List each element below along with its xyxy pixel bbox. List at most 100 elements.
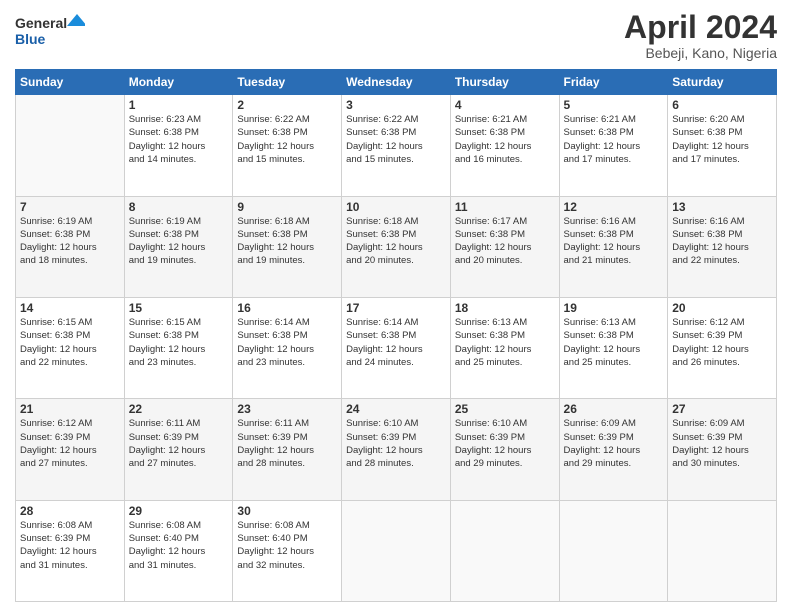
day-number: 2: [237, 98, 337, 112]
day-info: Sunrise: 6:12 AMSunset: 6:39 PMDaylight:…: [20, 417, 120, 470]
calendar-cell: 18Sunrise: 6:13 AMSunset: 6:38 PMDayligh…: [450, 297, 559, 398]
weekday-header-row: Sunday Monday Tuesday Wednesday Thursday…: [16, 70, 777, 95]
day-info: Sunrise: 6:09 AMSunset: 6:39 PMDaylight:…: [564, 417, 664, 470]
day-number: 26: [564, 402, 664, 416]
page: General Blue April 2024 Bebeji, Kano, Ni…: [0, 0, 792, 612]
header-thursday: Thursday: [450, 70, 559, 95]
day-info: Sunrise: 6:09 AMSunset: 6:39 PMDaylight:…: [672, 417, 772, 470]
month-title: April 2024: [624, 10, 777, 45]
calendar-cell: 19Sunrise: 6:13 AMSunset: 6:38 PMDayligh…: [559, 297, 668, 398]
calendar-cell: 24Sunrise: 6:10 AMSunset: 6:39 PMDayligh…: [342, 399, 451, 500]
header-wednesday: Wednesday: [342, 70, 451, 95]
calendar-cell: [668, 500, 777, 601]
week-row-2: 7Sunrise: 6:19 AMSunset: 6:38 PMDaylight…: [16, 196, 777, 297]
calendar-cell: 14Sunrise: 6:15 AMSunset: 6:38 PMDayligh…: [16, 297, 125, 398]
day-number: 15: [129, 301, 229, 315]
calendar-cell: 1Sunrise: 6:23 AMSunset: 6:38 PMDaylight…: [124, 95, 233, 196]
day-info: Sunrise: 6:22 AMSunset: 6:38 PMDaylight:…: [346, 113, 446, 166]
calendar-cell: 10Sunrise: 6:18 AMSunset: 6:38 PMDayligh…: [342, 196, 451, 297]
day-info: Sunrise: 6:08 AMSunset: 6:39 PMDaylight:…: [20, 519, 120, 572]
title-area: April 2024 Bebeji, Kano, Nigeria: [624, 10, 777, 61]
day-number: 17: [346, 301, 446, 315]
calendar-cell: 8Sunrise: 6:19 AMSunset: 6:38 PMDaylight…: [124, 196, 233, 297]
svg-text:General: General: [15, 15, 67, 31]
day-number: 5: [564, 98, 664, 112]
day-number: 9: [237, 200, 337, 214]
calendar-cell: 29Sunrise: 6:08 AMSunset: 6:40 PMDayligh…: [124, 500, 233, 601]
header-friday: Friday: [559, 70, 668, 95]
calendar-cell: [342, 500, 451, 601]
calendar-cell: 3Sunrise: 6:22 AMSunset: 6:38 PMDaylight…: [342, 95, 451, 196]
calendar-cell: 13Sunrise: 6:16 AMSunset: 6:38 PMDayligh…: [668, 196, 777, 297]
calendar-cell: 30Sunrise: 6:08 AMSunset: 6:40 PMDayligh…: [233, 500, 342, 601]
day-number: 24: [346, 402, 446, 416]
week-row-5: 28Sunrise: 6:08 AMSunset: 6:39 PMDayligh…: [16, 500, 777, 601]
day-number: 7: [20, 200, 120, 214]
calendar-cell: [559, 500, 668, 601]
day-number: 12: [564, 200, 664, 214]
day-number: 13: [672, 200, 772, 214]
day-number: 16: [237, 301, 337, 315]
week-row-3: 14Sunrise: 6:15 AMSunset: 6:38 PMDayligh…: [16, 297, 777, 398]
day-info: Sunrise: 6:23 AMSunset: 6:38 PMDaylight:…: [129, 113, 229, 166]
day-info: Sunrise: 6:08 AMSunset: 6:40 PMDaylight:…: [129, 519, 229, 572]
calendar-cell: 16Sunrise: 6:14 AMSunset: 6:38 PMDayligh…: [233, 297, 342, 398]
day-info: Sunrise: 6:19 AMSunset: 6:38 PMDaylight:…: [129, 215, 229, 268]
day-number: 14: [20, 301, 120, 315]
header-monday: Monday: [124, 70, 233, 95]
calendar-cell: 25Sunrise: 6:10 AMSunset: 6:39 PMDayligh…: [450, 399, 559, 500]
day-info: Sunrise: 6:11 AMSunset: 6:39 PMDaylight:…: [237, 417, 337, 470]
day-number: 6: [672, 98, 772, 112]
calendar-cell: 6Sunrise: 6:20 AMSunset: 6:38 PMDaylight…: [668, 95, 777, 196]
day-info: Sunrise: 6:13 AMSunset: 6:38 PMDaylight:…: [564, 316, 664, 369]
calendar-cell: 2Sunrise: 6:22 AMSunset: 6:38 PMDaylight…: [233, 95, 342, 196]
calendar-cell: 15Sunrise: 6:15 AMSunset: 6:38 PMDayligh…: [124, 297, 233, 398]
day-info: Sunrise: 6:18 AMSunset: 6:38 PMDaylight:…: [346, 215, 446, 268]
day-info: Sunrise: 6:19 AMSunset: 6:38 PMDaylight:…: [20, 215, 120, 268]
svg-text:Blue: Blue: [15, 31, 46, 47]
day-info: Sunrise: 6:16 AMSunset: 6:38 PMDaylight:…: [564, 215, 664, 268]
calendar-cell: 12Sunrise: 6:16 AMSunset: 6:38 PMDayligh…: [559, 196, 668, 297]
day-info: Sunrise: 6:14 AMSunset: 6:38 PMDaylight:…: [346, 316, 446, 369]
day-info: Sunrise: 6:13 AMSunset: 6:38 PMDaylight:…: [455, 316, 555, 369]
calendar-cell: 26Sunrise: 6:09 AMSunset: 6:39 PMDayligh…: [559, 399, 668, 500]
calendar-cell: 11Sunrise: 6:17 AMSunset: 6:38 PMDayligh…: [450, 196, 559, 297]
day-number: 20: [672, 301, 772, 315]
day-number: 11: [455, 200, 555, 214]
calendar-cell: [450, 500, 559, 601]
header-tuesday: Tuesday: [233, 70, 342, 95]
day-number: 23: [237, 402, 337, 416]
day-info: Sunrise: 6:21 AMSunset: 6:38 PMDaylight:…: [455, 113, 555, 166]
day-number: 10: [346, 200, 446, 214]
logo-icon: General Blue: [15, 10, 85, 50]
day-number: 29: [129, 504, 229, 518]
day-info: Sunrise: 6:18 AMSunset: 6:38 PMDaylight:…: [237, 215, 337, 268]
calendar-cell: [16, 95, 125, 196]
day-info: Sunrise: 6:20 AMSunset: 6:38 PMDaylight:…: [672, 113, 772, 166]
calendar-cell: 5Sunrise: 6:21 AMSunset: 6:38 PMDaylight…: [559, 95, 668, 196]
calendar-cell: 27Sunrise: 6:09 AMSunset: 6:39 PMDayligh…: [668, 399, 777, 500]
day-number: 22: [129, 402, 229, 416]
day-info: Sunrise: 6:16 AMSunset: 6:38 PMDaylight:…: [672, 215, 772, 268]
day-info: Sunrise: 6:11 AMSunset: 6:39 PMDaylight:…: [129, 417, 229, 470]
calendar-cell: 7Sunrise: 6:19 AMSunset: 6:38 PMDaylight…: [16, 196, 125, 297]
header: General Blue April 2024 Bebeji, Kano, Ni…: [15, 10, 777, 61]
day-info: Sunrise: 6:08 AMSunset: 6:40 PMDaylight:…: [237, 519, 337, 572]
calendar-cell: 21Sunrise: 6:12 AMSunset: 6:39 PMDayligh…: [16, 399, 125, 500]
day-number: 30: [237, 504, 337, 518]
day-number: 27: [672, 402, 772, 416]
day-number: 3: [346, 98, 446, 112]
location-subtitle: Bebeji, Kano, Nigeria: [624, 45, 777, 61]
day-info: Sunrise: 6:14 AMSunset: 6:38 PMDaylight:…: [237, 316, 337, 369]
day-info: Sunrise: 6:10 AMSunset: 6:39 PMDaylight:…: [346, 417, 446, 470]
day-number: 25: [455, 402, 555, 416]
calendar-cell: 23Sunrise: 6:11 AMSunset: 6:39 PMDayligh…: [233, 399, 342, 500]
day-number: 19: [564, 301, 664, 315]
day-info: Sunrise: 6:10 AMSunset: 6:39 PMDaylight:…: [455, 417, 555, 470]
day-number: 28: [20, 504, 120, 518]
day-info: Sunrise: 6:22 AMSunset: 6:38 PMDaylight:…: [237, 113, 337, 166]
calendar-cell: 4Sunrise: 6:21 AMSunset: 6:38 PMDaylight…: [450, 95, 559, 196]
calendar-cell: 20Sunrise: 6:12 AMSunset: 6:39 PMDayligh…: [668, 297, 777, 398]
calendar-cell: 28Sunrise: 6:08 AMSunset: 6:39 PMDayligh…: [16, 500, 125, 601]
calendar-cell: 17Sunrise: 6:14 AMSunset: 6:38 PMDayligh…: [342, 297, 451, 398]
